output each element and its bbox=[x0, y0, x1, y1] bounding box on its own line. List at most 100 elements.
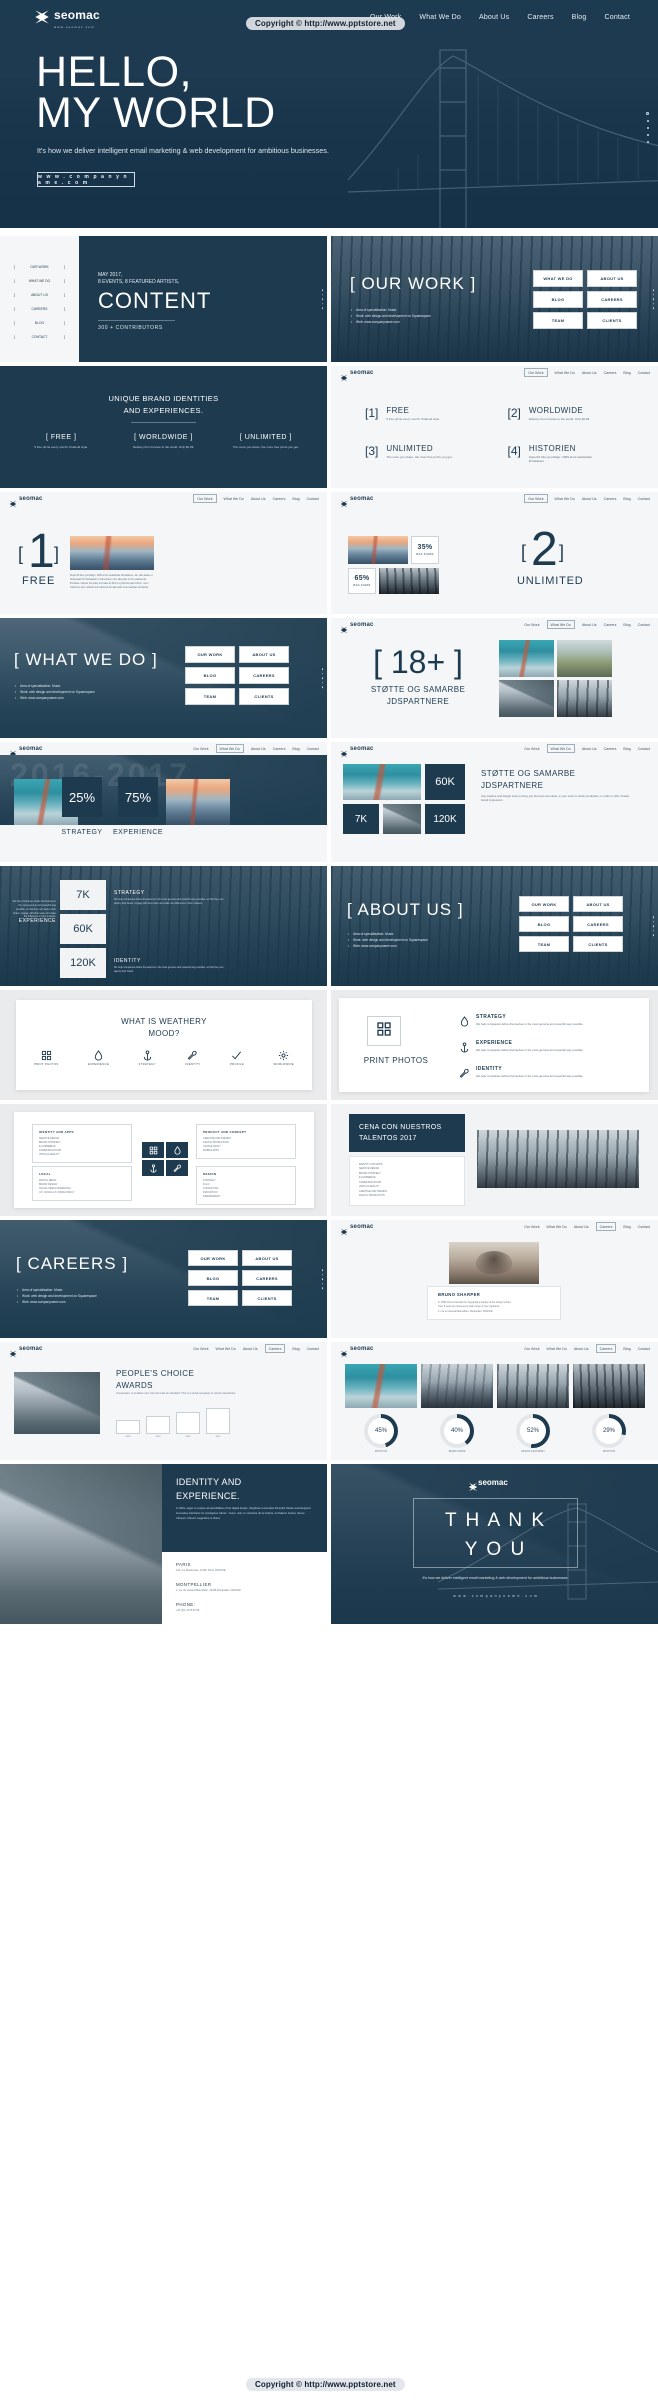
menu-item-blog[interactable]: [BLOG] bbox=[0, 321, 79, 325]
button-about-us[interactable]: ABOUT US bbox=[573, 896, 623, 912]
nav-item-blog[interactable]: Blog bbox=[292, 497, 299, 501]
mini-brand-logo[interactable]: seomac bbox=[340, 495, 374, 507]
eighteen-nav[interactable]: Our Work What We Do About Us Careers Blo… bbox=[524, 620, 650, 629]
mini-brand-logo[interactable]: seomac bbox=[9, 745, 43, 757]
button-careers[interactable]: CAREERS bbox=[587, 291, 637, 308]
button-team[interactable]: TEAM bbox=[519, 936, 569, 952]
nav-item-our-work[interactable]: Our Work bbox=[193, 1347, 208, 1351]
button-team[interactable]: TEAM bbox=[188, 1290, 238, 1306]
nav-item-careers[interactable]: Careers bbox=[273, 747, 286, 751]
mood-item-experience[interactable]: EXPERIENCE bbox=[88, 1048, 109, 1066]
menu-item-what-we-do[interactable]: [WHAT WE DO] bbox=[0, 279, 79, 283]
nav-item-our-work[interactable]: Our Work bbox=[524, 1347, 539, 1351]
button-clients[interactable]: CLIENTS bbox=[242, 1290, 292, 1306]
hero-nav[interactable]: Our Work What We Do About Us Careers Blo… bbox=[370, 14, 630, 21]
careers-slide-dots[interactable] bbox=[321, 1269, 323, 1289]
nav-item-what-we-do[interactable]: What We Do bbox=[419, 14, 461, 21]
nav-item-what-we-do[interactable]: What We Do bbox=[547, 1225, 567, 1229]
nav-item-what-we-do[interactable]: What We Do bbox=[215, 744, 244, 753]
thanks-brand-logo[interactable]: seomac bbox=[468, 1478, 508, 1491]
nav-item-our-work[interactable]: Our Work bbox=[524, 368, 548, 377]
button-careers[interactable]: CAREERS bbox=[239, 667, 289, 684]
button-our-work[interactable]: OUR WORK bbox=[188, 1250, 238, 1266]
nav-item-contact[interactable]: Contact bbox=[638, 747, 650, 751]
what-we-do-button-grid[interactable]: OUR WORK ABOUT US BLOG CAREERS TEAM CLIE… bbox=[185, 646, 289, 705]
content-slide-dots[interactable] bbox=[321, 289, 323, 309]
nav-item-blog[interactable]: Blog bbox=[292, 747, 299, 751]
menu-item-about-us[interactable]: [ABOUT US] bbox=[0, 293, 79, 297]
nav-item-blog[interactable]: Blog bbox=[623, 623, 630, 627]
nav-item-contact[interactable]: Contact bbox=[604, 14, 630, 21]
nav-item-careers[interactable]: Careers bbox=[604, 623, 617, 627]
nav-item-our-work[interactable]: Our Work bbox=[524, 623, 539, 627]
button-blog[interactable]: BLOG bbox=[185, 667, 235, 684]
nav-item-what-we-do[interactable]: What We Do bbox=[555, 497, 575, 501]
nav-item-about-us[interactable]: About Us bbox=[582, 497, 597, 501]
nav-item-careers[interactable]: Careers bbox=[604, 747, 617, 751]
nav-item-contact[interactable]: Contact bbox=[307, 497, 319, 501]
button-blog[interactable]: BLOG bbox=[188, 1270, 238, 1286]
mini-brand-logo[interactable]: seomac bbox=[9, 1345, 43, 1357]
mood-item-worldwide[interactable]: WORLDWIDE bbox=[274, 1048, 294, 1066]
nav-item-our-work[interactable]: Our Work bbox=[524, 494, 548, 503]
button-about-us[interactable]: ABOUT US bbox=[242, 1250, 292, 1266]
button-team[interactable]: TEAM bbox=[533, 312, 583, 329]
two-nav[interactable]: Our Work What We Do About Us Careers Blo… bbox=[524, 494, 650, 503]
nav-item-about-us[interactable]: About Us bbox=[251, 747, 266, 751]
button-about-us[interactable]: ABOUT US bbox=[587, 270, 637, 287]
button-clients[interactable]: CLIENTS bbox=[573, 936, 623, 952]
button-blog[interactable]: BLOG bbox=[519, 916, 569, 932]
mini-brand-logo[interactable]: seomac bbox=[340, 1223, 374, 1235]
one-nav[interactable]: Our Work What We Do About Us Careers Blo… bbox=[193, 494, 319, 503]
nav-item-our-work[interactable]: Our Work bbox=[524, 1225, 539, 1229]
nav-item-careers[interactable]: Careers bbox=[264, 1344, 286, 1353]
nav-item-blog[interactable]: Blog bbox=[623, 747, 630, 751]
menu-item-careers[interactable]: [CAREERS] bbox=[0, 307, 79, 311]
button-team[interactable]: TEAM bbox=[185, 688, 235, 705]
nav-item-our-work[interactable]: Our Work bbox=[193, 494, 217, 503]
hero-website-button[interactable]: w w w . c o m p a n y n a m e . c o m bbox=[37, 172, 135, 187]
content-menu-list[interactable]: [OUR WORK] [WHAT WE DO] [ABOUT US] [CARE… bbox=[0, 265, 79, 339]
nav-item-blog[interactable]: Blog bbox=[623, 497, 630, 501]
nav-item-our-work[interactable]: Our Work bbox=[524, 747, 539, 751]
nav-item-what-we-do[interactable]: What We Do bbox=[555, 371, 575, 375]
nav-item-about-us[interactable]: About Us bbox=[582, 623, 597, 627]
hero-slide-dots[interactable] bbox=[646, 112, 649, 143]
button-clients[interactable]: CLIENTS bbox=[239, 688, 289, 705]
button-careers[interactable]: CAREERS bbox=[242, 1270, 292, 1286]
nav-item-about-us[interactable]: About Us bbox=[574, 1225, 589, 1229]
nav-item-about-us[interactable]: About Us bbox=[582, 747, 597, 751]
nav-item-what-we-do[interactable]: What We Do bbox=[546, 620, 575, 629]
nav-item-careers[interactable]: Careers bbox=[604, 371, 617, 375]
button-blog[interactable]: BLOG bbox=[533, 291, 583, 308]
nav-item-contact[interactable]: Contact bbox=[307, 1347, 319, 1351]
mini-brand-logo[interactable]: seomac bbox=[340, 369, 374, 381]
button-about-us[interactable]: ABOUT US bbox=[239, 646, 289, 663]
what-we-do-slide-dots[interactable] bbox=[321, 668, 323, 688]
button-what-we-do[interactable]: WHAT WE DO bbox=[533, 270, 583, 287]
nav-item-about-us[interactable]: About Us bbox=[574, 1347, 589, 1351]
percent-nav[interactable]: Our Work What We Do About Us Careers Blo… bbox=[193, 744, 319, 753]
nav-item-blog[interactable]: Blog bbox=[292, 1347, 299, 1351]
mini-brand-logo[interactable]: seomac bbox=[340, 745, 374, 757]
nav-item-careers[interactable]: Careers bbox=[595, 1344, 617, 1353]
our-work-slide-dots[interactable] bbox=[652, 289, 654, 309]
mini-brand-logo[interactable]: seomac bbox=[9, 495, 43, 507]
nav-item-careers[interactable]: Careers bbox=[604, 497, 617, 501]
awards-nav[interactable]: Our Work What We Do About Us Careers Blo… bbox=[193, 1344, 319, 1353]
nav-item-what-we-do[interactable]: What We Do bbox=[216, 1347, 236, 1351]
nav-item-contact[interactable]: Contact bbox=[638, 1225, 650, 1229]
about-us-button-grid[interactable]: OUR WORK ABOUT US BLOG CAREERS TEAM CLIE… bbox=[519, 896, 623, 952]
nav-item-blog[interactable]: Blog bbox=[623, 1225, 630, 1229]
nav-item-careers[interactable]: Careers bbox=[595, 1222, 617, 1231]
nav-item-about-us[interactable]: About Us bbox=[479, 14, 509, 21]
button-our-work[interactable]: OUR WORK bbox=[185, 646, 235, 663]
nav-item-blog[interactable]: Blog bbox=[623, 1347, 630, 1351]
our-work-button-grid[interactable]: WHAT WE DO ABOUT US BLOG CAREERS TEAM CL… bbox=[533, 270, 637, 329]
donuts-nav[interactable]: Our Work What We Do About Us Careers Blo… bbox=[524, 1344, 650, 1353]
button-our-work[interactable]: OUR WORK bbox=[519, 896, 569, 912]
mood-item-identity[interactable]: IDENTITY bbox=[185, 1048, 200, 1066]
mood-item-print-photos[interactable]: PRINT PHOTOS bbox=[34, 1048, 58, 1066]
nav-item-what-we-do[interactable]: What We Do bbox=[546, 744, 575, 753]
nav-item-contact[interactable]: Contact bbox=[307, 747, 319, 751]
